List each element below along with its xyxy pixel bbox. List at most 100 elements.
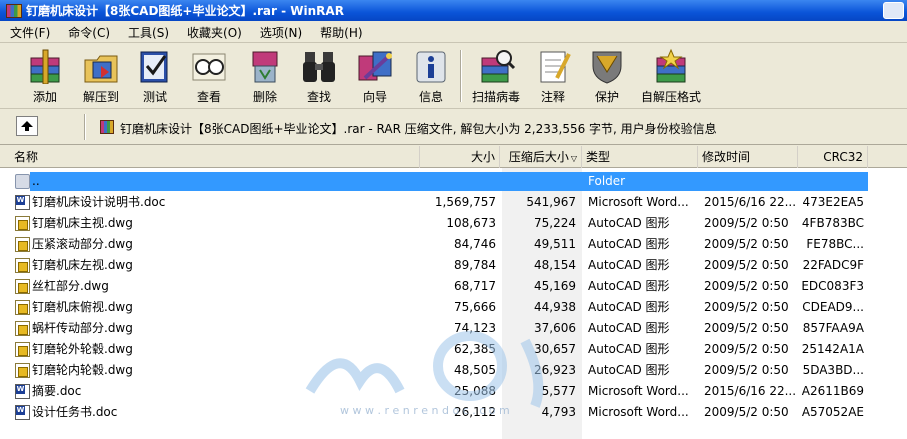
window-title: 钉磨机床设计【8张CAD图纸+毕业论文】.rar - WinRAR (26, 4, 344, 18)
file-row[interactable]: 钉磨机床主视.dwg 108,673 75,224 AutoCAD 图形 2009/5/… (0, 213, 907, 234)
file-row[interactable]: 摘要.doc 25,088 5,577 Microsoft Word... 2015/6… (0, 381, 907, 402)
file-crc (798, 171, 864, 192)
comment-button[interactable]: 注释 (532, 48, 574, 106)
menu-commands[interactable]: 命令(C) (58, 24, 118, 41)
window-control-button[interactable] (883, 2, 904, 19)
file-size: 48,505 (454, 363, 496, 377)
file-packed-size: 49,511 (534, 237, 576, 251)
file-crc: A2611B69 (801, 384, 864, 398)
address-bar: 钉磨机床设计【8张CAD图纸+毕业论文】.rar - RAR 压缩文件, 解包大… (0, 110, 907, 145)
find-button[interactable]: 查找 (298, 48, 340, 106)
file-type: AutoCAD 图形 (588, 237, 670, 251)
protect-shield-icon (587, 48, 627, 84)
file-row[interactable]: 钉磨轮内轮毂.dwg 48,505 26,923 AutoCAD 图形 2009/5/2… (0, 360, 907, 381)
info-button[interactable]: 信息 (410, 48, 452, 106)
menu-options[interactable]: 选项(N) (250, 24, 310, 41)
file-row[interactable]: 钉磨机床设计说明书.doc 1,569,757 541,967 Microsoft W… (0, 192, 907, 213)
file-crc: 25142A1A (801, 342, 864, 356)
column-modified[interactable]: 修改时间 (698, 146, 798, 168)
wizard-button[interactable]: 向导 (350, 48, 400, 106)
virus-scan-icon (476, 48, 516, 84)
file-modified: 2009/5/2 0:50 (704, 300, 789, 314)
autocad-drawing-icon (15, 237, 30, 252)
file-row[interactable]: 蜗杆传动部分.dwg 74,123 37,606 AutoCAD 图形 2009/5/2… (0, 318, 907, 339)
sfx-button[interactable]: 自解压格式 (638, 48, 704, 106)
file-row[interactable]: 钉磨轮外轮毂.dwg 62,385 30,657 AutoCAD 图形 2009/5/2… (0, 339, 907, 360)
test-label: 测试 (142, 90, 167, 104)
file-modified: 2009/5/2 0:50 (704, 279, 789, 293)
find-label: 查找 (306, 90, 331, 104)
file-type: Microsoft Word... (588, 195, 689, 209)
add-button[interactable]: 添加 (22, 48, 68, 106)
file-name: .. (32, 174, 40, 188)
info-label: 信息 (418, 90, 443, 104)
file-row[interactable]: 设计任务书.doc 26,112 4,793 Microsoft Word... 200… (0, 402, 907, 423)
column-size[interactable]: 大小 (420, 146, 500, 168)
column-type[interactable]: 类型 (582, 146, 698, 168)
menu-help[interactable]: 帮助(H) (310, 24, 370, 41)
file-packed-size (500, 171, 576, 192)
word-document-icon (15, 384, 30, 399)
protect-label: 保护 (594, 90, 619, 104)
archive-info-text: 钉磨机床设计【8张CAD图纸+毕业论文】.rar - RAR 压缩文件, 解包大… (120, 122, 717, 136)
file-row[interactable]: 钉磨机床左视.dwg 89,784 48,154 AutoCAD 图形 2009/5/2… (0, 255, 907, 276)
file-packed-size: 48,154 (534, 258, 576, 272)
delete-button[interactable]: 删除 (244, 48, 286, 106)
file-name: 蜗杆传动部分.dwg (32, 321, 133, 335)
file-size: 74,123 (454, 321, 496, 335)
virus-scan-button[interactable]: 扫描病毒 (468, 48, 524, 106)
file-crc: 857FAA9A (802, 321, 864, 335)
autocad-drawing-icon (15, 279, 30, 294)
virus-scan-label: 扫描病毒 (471, 90, 520, 104)
file-size: 108,673 (446, 216, 496, 230)
autocad-drawing-icon (15, 342, 30, 357)
file-modified: 2009/5/2 0:50 (704, 363, 789, 377)
file-packed-size: 45,169 (534, 279, 576, 293)
file-name: 压紧滚动部分.dwg (32, 237, 133, 251)
protect-button[interactable]: 保护 (586, 48, 628, 106)
word-document-icon (15, 195, 30, 210)
parent-folder-row[interactable]: .. Folder (0, 171, 907, 192)
file-crc: FE78BC... (806, 237, 864, 251)
test-checkbook-icon (135, 48, 175, 84)
menu-favorites[interactable]: 收藏夹(O) (177, 24, 250, 41)
file-name: 钉磨机床设计说明书.doc (32, 195, 166, 209)
file-packed-size: 30,657 (534, 342, 576, 356)
autocad-drawing-icon (15, 321, 30, 336)
column-crc[interactable]: CRC32 (798, 146, 868, 168)
file-modified: 2009/5/2 0:50 (704, 216, 789, 230)
file-name: 设计任务书.doc (32, 405, 118, 419)
view-button[interactable]: 查看 (188, 48, 230, 106)
file-type: AutoCAD 图形 (588, 258, 670, 272)
file-name: 钉磨机床俯视.dwg (32, 300, 133, 314)
file-name: 钉磨轮外轮毂.dwg (32, 342, 133, 356)
file-packed-size: 44,938 (534, 300, 576, 314)
delete-recycle-icon (245, 48, 285, 84)
file-packed-size: 4,793 (541, 405, 576, 419)
file-row[interactable]: 压紧滚动部分.dwg 84,746 49,511 AutoCAD 图形 2009/5/2… (0, 234, 907, 255)
file-row[interactable]: 钉磨机床俯视.dwg 75,666 44,938 AutoCAD 图形 2009/5/2… (0, 297, 907, 318)
up-folder-button[interactable] (16, 116, 38, 136)
view-glasses-icon (189, 48, 229, 84)
menu-tools[interactable]: 工具(S) (118, 24, 177, 41)
menu-bar: 文件(F) 命令(C) 工具(S) 收藏夹(O) 选项(N) 帮助(H) (0, 22, 907, 43)
file-modified: 2009/5/2 0:50 (704, 405, 789, 419)
column-header: 名称 大小 压缩后大小 ▽ 类型 修改时间 CRC32 (0, 146, 907, 168)
file-modified: 2015/6/16 22... (704, 384, 797, 398)
file-crc: 4FB783BC (801, 216, 864, 230)
test-button[interactable]: 测试 (134, 48, 176, 106)
column-packed[interactable]: 压缩后大小 ▽ (500, 146, 582, 168)
file-packed-size: 5,577 (541, 384, 576, 398)
file-row[interactable]: 丝杠部分.dwg 68,717 45,169 AutoCAD 图形 2009/5/2 0… (0, 276, 907, 297)
autocad-drawing-icon (15, 258, 30, 273)
add-books-icon (25, 48, 65, 85)
file-crc: A57052AE (801, 405, 864, 419)
column-name[interactable]: 名称 (0, 146, 420, 168)
file-crc: EDC083F3 (801, 279, 864, 293)
comment-label: 注释 (540, 90, 565, 104)
file-modified: 2009/5/2 0:50 (704, 237, 789, 251)
file-type: AutoCAD 图形 (588, 363, 670, 377)
toolbar-separator (460, 50, 462, 102)
menu-file[interactable]: 文件(F) (0, 24, 58, 41)
extract-to-button[interactable]: 解压到 (78, 48, 124, 106)
